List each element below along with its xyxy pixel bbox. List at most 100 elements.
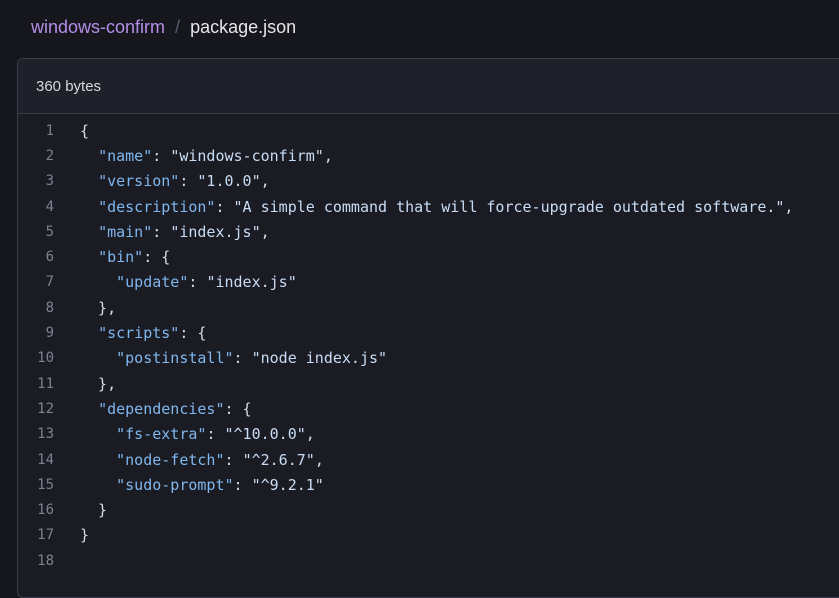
line-content: } [54, 501, 107, 519]
json-punctuation: , [305, 425, 315, 444]
json-punctuation [80, 198, 98, 216]
json-key: "update" [116, 273, 189, 292]
line-content: "postinstall": "node index.js" [54, 349, 387, 367]
code-line: 14 "node-fetch": "^2.6.7", [18, 447, 839, 472]
code-line: 8 }, [18, 295, 839, 320]
json-punctuation: : [188, 273, 207, 292]
json-string: "^10.0.0" [224, 425, 306, 444]
json-punctuation [80, 147, 98, 165]
line-number[interactable]: 9 [18, 325, 54, 341]
json-punctuation [80, 349, 116, 367]
line-content: } [54, 526, 89, 544]
json-punctuation: : [215, 197, 234, 216]
file-viewer: 360 bytes 1{2 "name": "windows-confirm",… [17, 58, 839, 598]
code-line: 7 "update": "index.js" [18, 270, 839, 295]
json-key: "postinstall" [116, 349, 234, 368]
json-string: "A simple command that will force-upgrad… [233, 197, 785, 216]
line-content: "main": "index.js", [54, 223, 270, 241]
json-punctuation: } [80, 526, 90, 545]
json-punctuation: : [179, 172, 198, 191]
json-punctuation [80, 273, 116, 291]
code-line: 17} [18, 523, 839, 548]
json-punctuation: , [784, 197, 794, 216]
json-key: "description" [98, 197, 216, 216]
json-punctuation: : [233, 349, 252, 368]
line-number[interactable]: 5 [18, 224, 54, 240]
breadcrumb-file-name: package.json [190, 16, 297, 37]
json-string: "^9.2.1" [251, 475, 324, 494]
line-number[interactable]: 14 [18, 452, 54, 468]
json-punctuation: } [80, 501, 108, 520]
json-string: "node index.js" [251, 349, 388, 368]
code-line: 4 "description": "A simple command that … [18, 194, 839, 219]
json-punctuation [80, 400, 98, 418]
json-punctuation [80, 248, 98, 266]
code-line: 13 "fs-extra": "^10.0.0", [18, 422, 839, 447]
json-string: "^2.6.7" [242, 450, 315, 469]
json-punctuation: : { [179, 324, 207, 343]
code-line: 16 } [18, 497, 839, 522]
json-punctuation: , [314, 450, 324, 469]
json-key: "sudo-prompt" [116, 475, 234, 494]
code-line: 10 "postinstall": "node index.js" [18, 346, 839, 371]
line-content: "dependencies": { [54, 400, 252, 418]
breadcrumb: windows-confirm / package.json [31, 14, 296, 40]
json-punctuation: }, [80, 298, 117, 317]
line-number[interactable]: 7 [18, 274, 54, 290]
json-punctuation: , [260, 222, 270, 241]
line-content: "sudo-prompt": "^9.2.1" [54, 476, 324, 494]
json-punctuation: : [224, 450, 243, 469]
code-line: 5 "main": "index.js", [18, 219, 839, 244]
json-key: "bin" [98, 248, 144, 267]
json-key: "version" [98, 172, 180, 191]
json-key: "dependencies" [98, 399, 225, 418]
line-number[interactable]: 18 [18, 553, 54, 569]
json-punctuation: , [260, 172, 270, 191]
line-number[interactable]: 1 [18, 123, 54, 139]
line-number[interactable]: 3 [18, 173, 54, 189]
breadcrumb-repo-link[interactable]: windows-confirm [31, 17, 165, 38]
line-number[interactable]: 10 [18, 350, 54, 366]
json-key: "main" [98, 222, 153, 241]
code-line: 1{ [18, 118, 839, 143]
json-key: "name" [98, 146, 153, 165]
line-content: "bin": { [54, 248, 170, 266]
code-line: 15 "sudo-prompt": "^9.2.1" [18, 472, 839, 497]
line-number[interactable]: 13 [18, 426, 54, 442]
code-line: 18 [18, 548, 839, 573]
line-number[interactable]: 12 [18, 401, 54, 417]
code-view: 1{2 "name": "windows-confirm", 3 "version… [18, 114, 839, 573]
json-string: "windows-confirm" [170, 146, 324, 165]
json-punctuation [80, 451, 116, 469]
json-key: "scripts" [98, 324, 180, 343]
line-content: "name": "windows-confirm", [54, 147, 333, 165]
file-header: 360 bytes [18, 59, 839, 114]
code-line: 6 "bin": { [18, 244, 839, 269]
code-line: 9 "scripts": { [18, 320, 839, 345]
json-punctuation [80, 425, 116, 443]
json-punctuation [80, 324, 98, 342]
line-number[interactable]: 4 [18, 199, 54, 215]
line-number[interactable]: 6 [18, 249, 54, 265]
line-number[interactable]: 15 [18, 477, 54, 493]
line-content: { [54, 122, 89, 140]
line-content: "version": "1.0.0", [54, 172, 270, 190]
line-number[interactable]: 16 [18, 502, 54, 518]
json-punctuation [80, 172, 98, 190]
line-number[interactable]: 2 [18, 148, 54, 164]
line-content: "fs-extra": "^10.0.0", [54, 425, 315, 443]
line-number[interactable]: 17 [18, 527, 54, 543]
line-number[interactable]: 11 [18, 376, 54, 392]
json-punctuation [80, 476, 116, 494]
code-line: 12 "dependencies": { [18, 396, 839, 421]
line-number[interactable]: 8 [18, 300, 54, 316]
code-line: 2 "name": "windows-confirm", [18, 143, 839, 168]
json-punctuation [80, 223, 98, 241]
json-punctuation: }, [80, 374, 117, 393]
json-string: "index.js" [170, 222, 261, 241]
line-content: }, [54, 299, 116, 317]
json-key: "fs-extra" [116, 425, 207, 444]
json-punctuation: : { [224, 399, 252, 418]
code-line: 3 "version": "1.0.0", [18, 169, 839, 194]
line-content: "node-fetch": "^2.6.7", [54, 451, 324, 469]
